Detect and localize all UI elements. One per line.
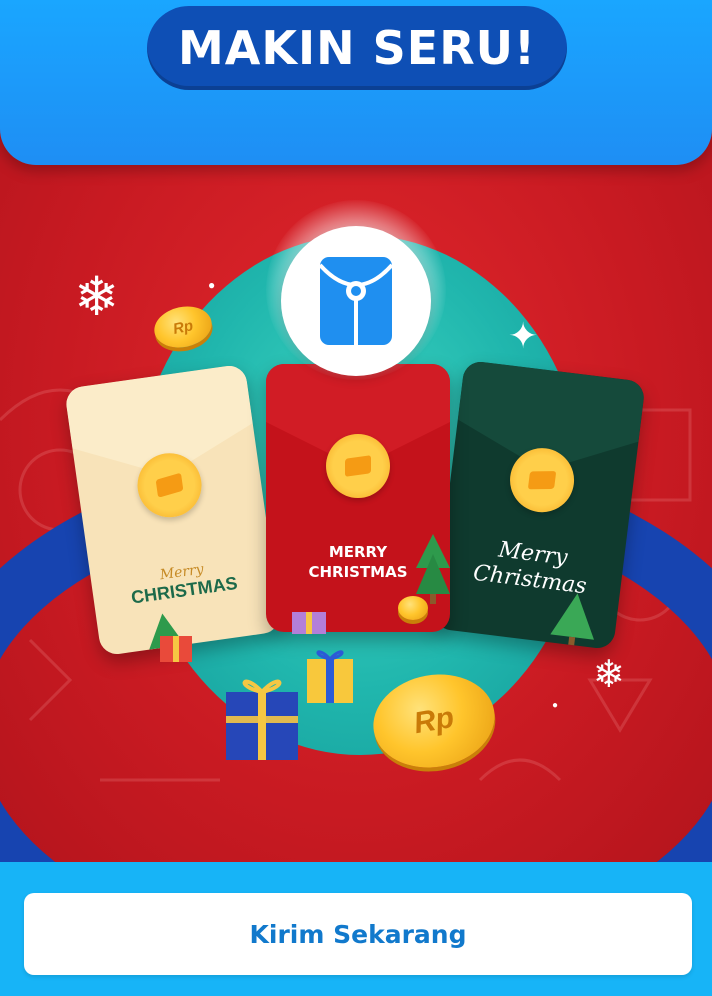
card-greeting: Merry CHRISTMAS — [91, 552, 276, 614]
card-red: MERRY CHRISTMAS — [266, 364, 450, 632]
envelope-badge — [281, 226, 431, 376]
sparkle-icon: ✦ — [508, 315, 539, 356]
card-greeting: Merry Christmas — [438, 531, 625, 605]
tree-icon — [550, 593, 594, 648]
title-pill: MAKIN SERU! — [147, 6, 567, 90]
card-cream: Merry CHRISTMAS — [64, 363, 282, 657]
coin-label: Rp — [171, 316, 195, 338]
sparkle-icon: ● — [552, 700, 559, 711]
gift-icon — [226, 679, 298, 760]
page-title: MAKIN SERU! — [178, 21, 536, 75]
bottom-bar: Kirim Sekarang — [0, 862, 712, 996]
header-band: MAKIN SERU! — [0, 0, 712, 165]
snowflake-icon: ❄ — [593, 654, 625, 696]
send-now-button[interactable]: Kirim Sekarang — [24, 893, 692, 975]
gift-icon — [292, 612, 326, 634]
tree-icon — [416, 534, 450, 604]
send-now-label: Kirim Sekarang — [249, 919, 467, 949]
gift-icon — [160, 636, 192, 662]
sparkle-icon: ● — [208, 278, 216, 292]
coin-icon — [398, 596, 428, 620]
envelope-icon — [320, 257, 392, 345]
snowflake-icon: ❄ — [74, 267, 120, 327]
seal-icon — [326, 434, 390, 498]
card-green: Merry Christmas — [432, 359, 646, 651]
gift-icon — [307, 650, 353, 703]
coin-label: Rp — [411, 700, 457, 741]
